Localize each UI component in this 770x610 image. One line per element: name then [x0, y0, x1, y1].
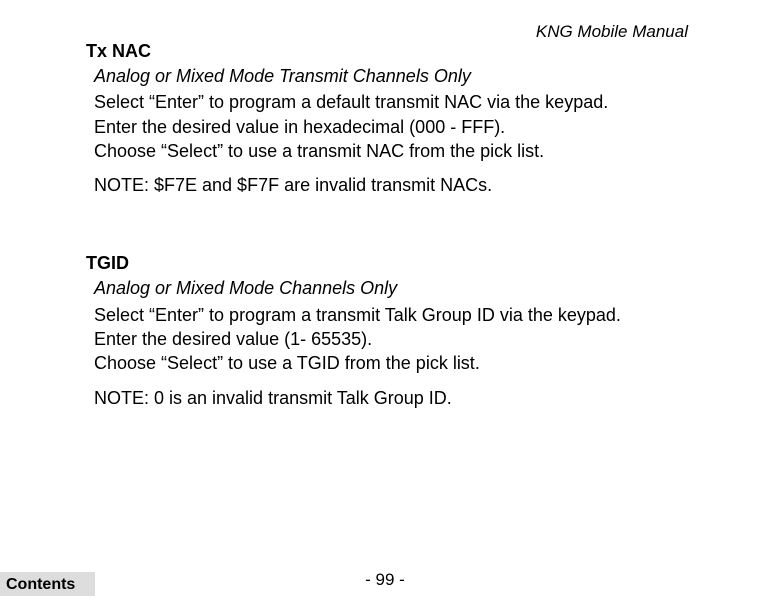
- page-content: Tx NAC Analog or Mixed Mode Transmit Cha…: [86, 41, 680, 436]
- note-text: NOTE: $F7E and $F7F are invalid transmit…: [94, 173, 680, 197]
- body-line: Choose “Select” to use a TGID from the p…: [94, 351, 680, 375]
- page-number: - 99 -: [0, 570, 770, 590]
- section-tgid: TGID Analog or Mixed Mode Channels Only …: [86, 253, 680, 409]
- body-line: Enter the desired value in hexadecimal (…: [94, 115, 680, 139]
- body-line: Select “Enter” to program a default tran…: [94, 90, 680, 114]
- body-line: Choose “Select” to use a transmit NAC fr…: [94, 139, 680, 163]
- section-tx-nac: Tx NAC Analog or Mixed Mode Transmit Cha…: [86, 41, 680, 197]
- note-text: NOTE: 0 is an invalid transmit Talk Grou…: [94, 386, 680, 410]
- section-subtitle: Analog or Mixed Mode Channels Only: [94, 276, 680, 300]
- manual-title: KNG Mobile Manual: [536, 22, 688, 42]
- section-subtitle: Analog or Mixed Mode Transmit Channels O…: [94, 64, 680, 88]
- section-heading: Tx NAC: [86, 41, 680, 62]
- body-line: Select “Enter” to program a transmit Tal…: [94, 303, 680, 327]
- body-line: Enter the desired value (1- 65535).: [94, 327, 680, 351]
- contents-link[interactable]: Contents: [0, 572, 95, 596]
- section-heading: TGID: [86, 253, 680, 274]
